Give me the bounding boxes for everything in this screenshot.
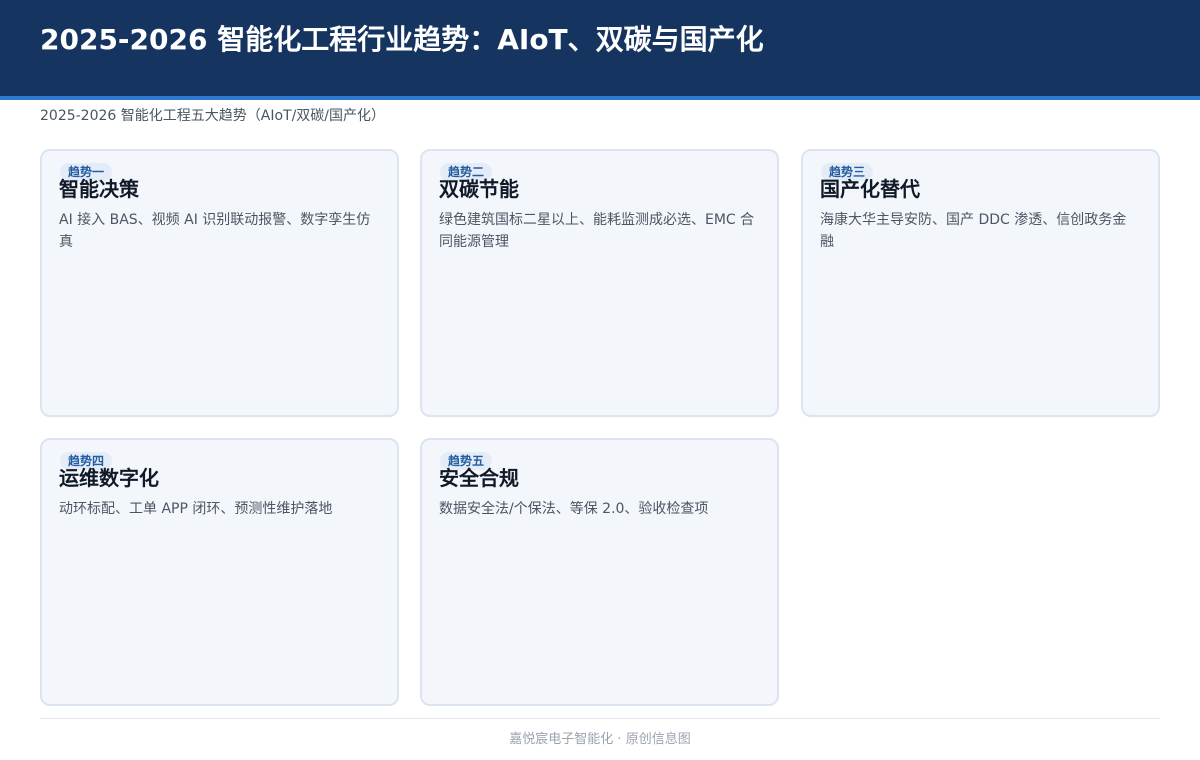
trend-description: 海康大华主导安防、国产 DDC 渗透、信创政务金融: [820, 212, 1127, 250]
trend-description: 绿色建筑国标二星以上、能耗监测成必选、EMC 合同能源管理: [439, 212, 755, 250]
trend-title: 安全合规: [439, 466, 519, 490]
trend-description: 数据安全法/个保法、等保 2.0、验收检查项: [439, 501, 709, 517]
trend-description: AI 接入 BAS、视频 AI 识别联动报警、数字孪生仿真: [59, 212, 371, 250]
trend-title: 双碳节能: [439, 177, 519, 201]
footer-divider: [40, 718, 1160, 719]
page-subtitle: 2025-2026 智能化工程五大趋势（AIoT/双碳/国产化）: [40, 108, 386, 124]
trend-title: 智能决策: [59, 177, 139, 201]
trend-cards: 趋势一 智能决策 AI 接入 BAS、视频 AI 识别联动报警、数字孪生仿真 趋…: [40, 149, 1160, 706]
trend-title: 运维数字化: [59, 466, 159, 490]
trend-card-2: 趋势二 双碳节能 绿色建筑国标二星以上、能耗监测成必选、EMC 合同能源管理: [420, 149, 779, 417]
footer-credit: 嘉悦宸电子智能化 · 原创信息图: [509, 732, 691, 747]
trend-description: 动环标配、工单 APP 闭环、预测性维护落地: [59, 501, 333, 517]
page-title: 2025-2026 智能化工程行业趋势：AIoT、双碳与国产化: [40, 23, 764, 56]
trend-card-5: 趋势五 安全合规 数据安全法/个保法、等保 2.0、验收检查项: [420, 438, 779, 706]
trend-card-4: 趋势四 运维数字化 动环标配、工单 APP 闭环、预测性维护落地: [40, 438, 399, 706]
trend-title: 国产化替代: [820, 177, 920, 201]
page-header: 2025-2026 智能化工程行业趋势：AIoT、双碳与国产化: [0, 0, 1200, 100]
trend-card-1: 趋势一 智能决策 AI 接入 BAS、视频 AI 识别联动报警、数字孪生仿真: [40, 149, 399, 417]
trend-card-3: 趋势三 国产化替代 海康大华主导安防、国产 DDC 渗透、信创政务金融: [801, 149, 1160, 417]
